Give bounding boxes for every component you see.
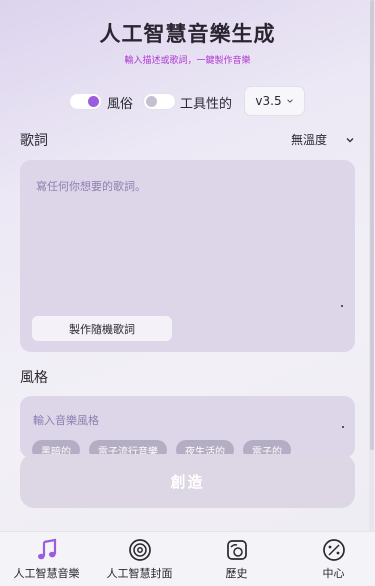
page-title: 人工智慧音樂生成 xyxy=(99,22,276,46)
style-placeholder: 輸入音樂風格 xyxy=(33,414,99,427)
toggle-knob-off xyxy=(146,96,157,107)
nav-item-history[interactable]: 歷史 xyxy=(190,538,283,581)
style-toggle-label: 風俗 xyxy=(107,97,134,112)
chevron-down-icon xyxy=(286,99,293,103)
lyrics-textarea[interactable]: 寫任何你想要的歌詞。 製作隨機歌詞 xyxy=(20,160,355,352)
disc-icon xyxy=(128,539,151,561)
bottom-nav: 人工智慧音樂 人工智慧封面 歷史 中心 xyxy=(0,531,375,586)
style-input[interactable]: 輸入音樂風格 黑暗的 電子流行音樂 夜生活的 電子的 xyxy=(20,396,355,458)
scrollbar-thumb[interactable] xyxy=(370,0,374,450)
version-value: v3.5 xyxy=(255,94,282,108)
nav-label: 人工智慧封面 xyxy=(106,567,173,580)
create-button[interactable]: 創造 xyxy=(20,454,355,508)
instrumental-toggle-label: 工具性的 xyxy=(180,97,233,112)
style-toggle[interactable] xyxy=(69,93,102,110)
nav-label: 歷史 xyxy=(225,567,248,580)
nav-label: 人工智慧音樂 xyxy=(13,567,80,580)
lyrics-label: 歌詞 xyxy=(20,133,48,149)
page-subtitle: 輸入描述或歌詞，一鍵製作音樂 xyxy=(124,56,251,66)
instrumental-toggle[interactable] xyxy=(143,93,176,110)
nav-item-ai-cover[interactable]: 人工智慧封面 xyxy=(93,538,186,581)
resize-handle[interactable] xyxy=(341,305,343,307)
random-lyrics-button[interactable]: 製作隨機歌詞 xyxy=(32,316,172,341)
palette-icon xyxy=(322,539,345,561)
mood-dropdown[interactable]: 無溫度 xyxy=(291,131,355,148)
lyrics-placeholder: 寫任何你想要的歌詞。 xyxy=(36,180,146,193)
mode-row: 風俗 工具性的 v3.5 xyxy=(0,86,375,116)
nav-item-ai-music[interactable]: 人工智慧音樂 xyxy=(0,538,93,581)
music-note-icon xyxy=(37,538,56,560)
resize-handle[interactable] xyxy=(342,426,344,428)
chevron-down-icon xyxy=(346,137,354,142)
mood-value: 無溫度 xyxy=(290,133,327,147)
toggle-knob-on xyxy=(88,96,99,107)
version-select[interactable]: v3.5 xyxy=(244,86,305,116)
nav-item-center[interactable]: 中心 xyxy=(287,538,375,581)
style-label: 風格 xyxy=(20,370,48,386)
history-icon xyxy=(226,540,247,560)
nav-label: 中心 xyxy=(322,567,345,580)
